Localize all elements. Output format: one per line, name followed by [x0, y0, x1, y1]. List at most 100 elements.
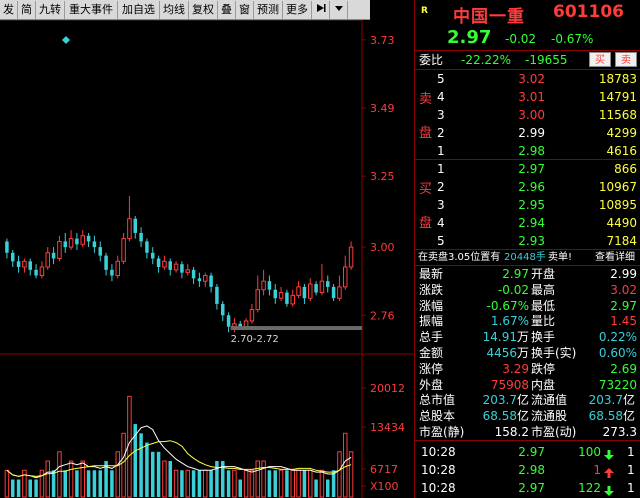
- candle-body: [302, 286, 307, 299]
- candle-body: [314, 284, 318, 293]
- toolbar-overlay-button[interactable]: 叠: [218, 0, 236, 19]
- candle-body: [104, 255, 108, 270]
- candle-body: [5, 241, 9, 253]
- toolbar-ma-button[interactable]: 均线: [160, 0, 189, 19]
- tick-count: 1: [627, 463, 635, 477]
- candle-body: [34, 269, 38, 276]
- stats-row: 总手 14.91 万换手 0.22%: [415, 329, 640, 345]
- volume-bar: [290, 469, 295, 498]
- candle-body: [296, 286, 301, 296]
- tick-time: 10:28: [421, 481, 456, 495]
- candle-body: [221, 303, 225, 316]
- divider: [415, 440, 640, 441]
- volume-bar: [302, 470, 307, 497]
- volume-bar: [261, 460, 266, 498]
- volume-bar: [238, 479, 242, 497]
- volume-bar: [57, 451, 62, 498]
- candle-body: [139, 232, 143, 242]
- candle-body: [261, 280, 266, 291]
- volume-bar: [86, 470, 91, 497]
- dropdown-icon[interactable]: [330, 0, 348, 19]
- toolbar-major-events-button[interactable]: 重大事件: [65, 0, 118, 19]
- candle-body: [63, 241, 67, 248]
- play-icon[interactable]: [312, 0, 330, 19]
- volume-bar: [267, 470, 272, 497]
- volume-tick-label: 20012: [370, 382, 405, 395]
- volume-bar: [243, 469, 249, 498]
- candle-body: [11, 252, 15, 262]
- sell-side-label-1: 卖: [419, 92, 433, 107]
- candle-body: [285, 292, 289, 304]
- bid-row[interactable]: 4 2.94 4490: [415, 214, 640, 232]
- toolbar-forecast-button[interactable]: 预测: [254, 0, 283, 19]
- price-tick-label: 3.25: [370, 170, 395, 183]
- bid-row[interactable]: 1 2.97 866: [415, 160, 640, 178]
- volume-bar: [110, 470, 114, 497]
- candle-body: [197, 278, 202, 282]
- volume-bar: [314, 479, 318, 497]
- book-volume: 11568: [598, 108, 637, 122]
- volume-bar: [191, 470, 196, 497]
- tick-count: 1: [627, 481, 635, 495]
- toolbar-fa-button[interactable]: 发: [0, 0, 18, 19]
- candle-body: [337, 286, 342, 299]
- toolbar-jiuzhuan-button[interactable]: 九转: [36, 0, 65, 19]
- tick-volume: 122: [578, 481, 601, 495]
- ask-row[interactable]: 4 3.01 14791: [415, 88, 640, 106]
- volume-bar: [337, 451, 342, 498]
- tick-price: 2.98: [518, 463, 545, 477]
- weibi-label: 委比: [419, 53, 444, 67]
- candle-body: [331, 286, 336, 299]
- sell-button[interactable]: 卖: [615, 52, 637, 67]
- arrow-down-icon: [604, 483, 614, 498]
- ask-row[interactable]: 3 3.00 11568: [415, 106, 640, 124]
- toolbar-add-watchlist-button[interactable]: 加自选: [118, 0, 160, 19]
- stats-row: 涨跌 -0.02 最高 3.02: [415, 282, 640, 298]
- candle-body: [110, 269, 114, 276]
- bid-row[interactable]: 2 2.96 10967: [415, 178, 640, 196]
- volume-bar: [162, 460, 167, 498]
- volume-bar: [203, 469, 208, 498]
- book-level: 5: [437, 72, 445, 86]
- bid-row[interactable]: 3 2.95 10895: [415, 196, 640, 214]
- volume-tick-label: 6717: [370, 463, 398, 476]
- candle-body: [319, 280, 325, 294]
- volume-bar: [285, 470, 289, 497]
- price-tick-label: 3.00: [370, 241, 395, 254]
- candle-body: [343, 266, 348, 288]
- weibi-diff: -19655: [525, 53, 568, 67]
- toolbar-jian-button[interactable]: 简: [18, 0, 36, 19]
- volume-bar: [168, 461, 172, 497]
- tick-volume: 100: [578, 445, 601, 459]
- ask-row[interactable]: 2 2.99 4299: [415, 124, 640, 142]
- volume-bar: [63, 470, 67, 497]
- toolbar-adjust-button[interactable]: 复权: [189, 0, 218, 19]
- volume-bar: [22, 469, 27, 498]
- book-volume: 866: [614, 162, 637, 176]
- volume-bar: [39, 469, 45, 498]
- volume-bar: [75, 470, 79, 497]
- volume-bar: [273, 470, 277, 497]
- volume-bar: [255, 460, 260, 498]
- volume-tick-label: X100: [370, 480, 399, 493]
- ask-row[interactable]: 5 3.02 18783: [415, 70, 640, 88]
- stock-name: 中国一重: [453, 7, 525, 27]
- ask-row[interactable]: 1 2.98 4616: [415, 142, 640, 160]
- toolbar-more-button[interactable]: 更多: [283, 0, 312, 19]
- candle-body: [267, 281, 272, 290]
- stats-row: 市盈(静) 158.2 市盈(动) 273.3: [415, 424, 640, 440]
- buy-button[interactable]: 买: [589, 52, 611, 67]
- price-tick-label: 3.49: [370, 102, 395, 115]
- toolbar-window-button[interactable]: 窗: [236, 0, 254, 19]
- candle-body: [243, 320, 249, 328]
- volume-bar: [308, 469, 313, 498]
- stats-row: 外盘 75908 内盘 73220: [415, 377, 640, 393]
- bid-row[interactable]: 5 2.93 7184: [415, 232, 640, 250]
- volume-bar: [296, 469, 301, 498]
- kline-chart[interactable]: 3.73 3.49 3.25 3.00 2.76 20012 13434 6717 X100 2.…: [0, 20, 414, 498]
- tick-row: 10:28 2.97 122 1: [415, 479, 640, 497]
- book-volume: 18783: [598, 72, 637, 86]
- event-marker-icon: [62, 36, 70, 44]
- volume-bar: [98, 470, 102, 497]
- candle-body: [145, 241, 149, 253]
